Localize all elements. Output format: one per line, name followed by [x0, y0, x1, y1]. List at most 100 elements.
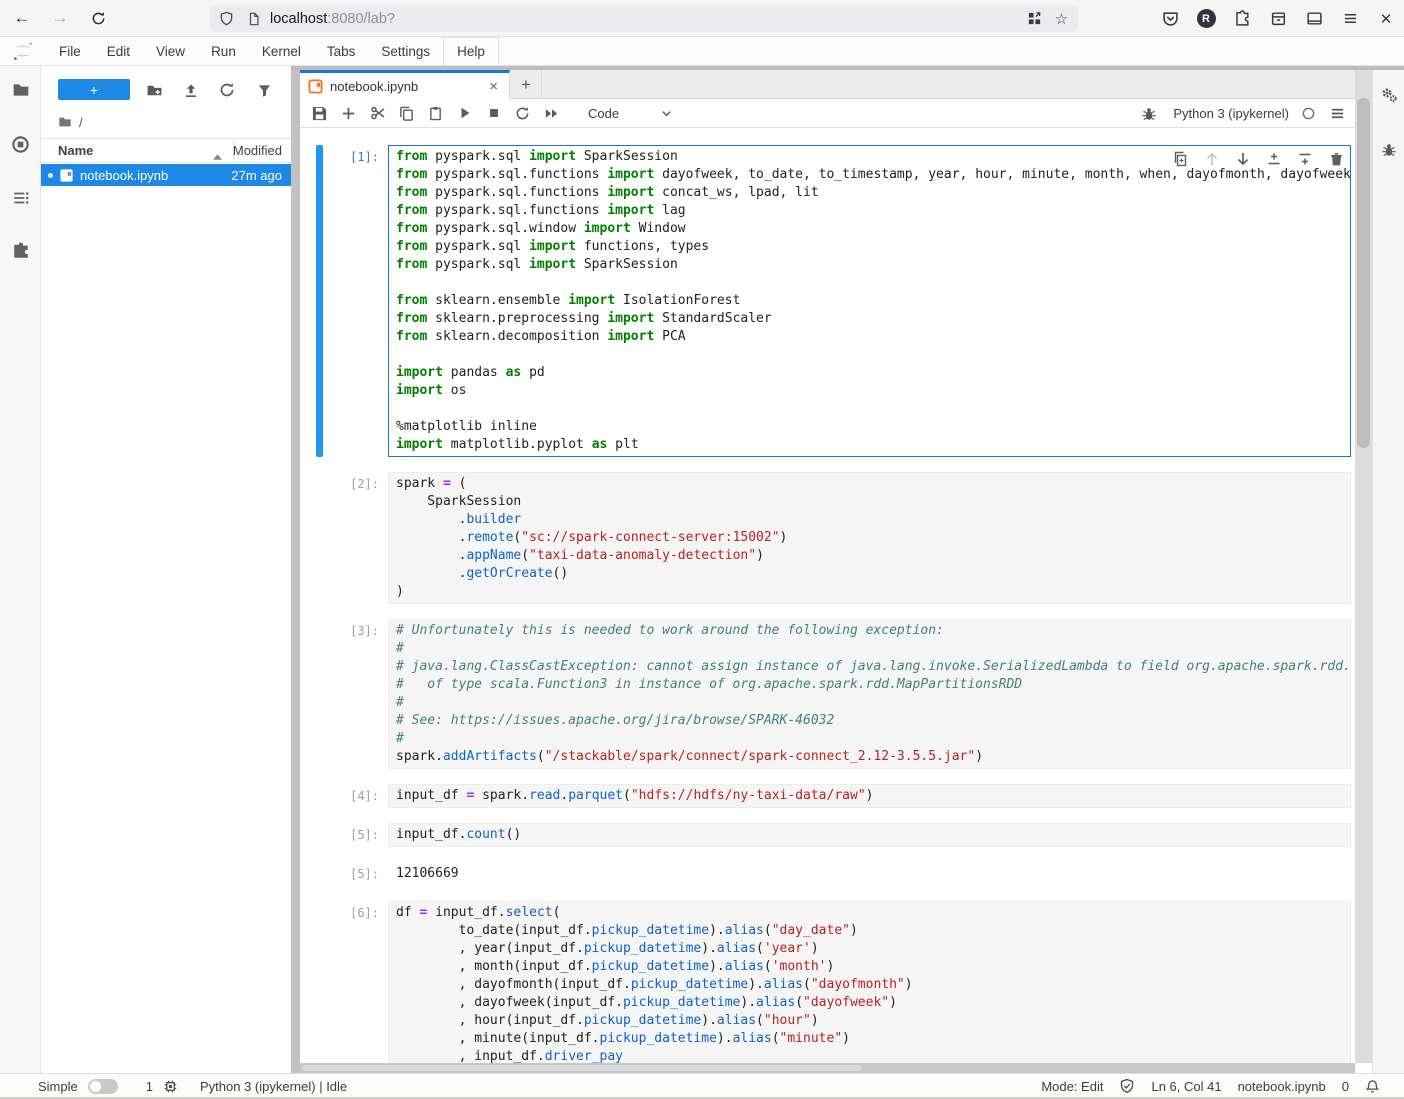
- window-close-icon[interactable]: ✕: [1368, 6, 1404, 32]
- cut-icon[interactable]: [363, 100, 392, 126]
- cell-collapser[interactable]: [316, 619, 323, 769]
- menu-edit[interactable]: Edit: [94, 37, 143, 65]
- code-line: , input_df.driver_pay: [396, 1048, 1343, 1063]
- tab-close-icon[interactable]: ×: [486, 78, 501, 95]
- add-cell-icon[interactable]: [334, 100, 363, 126]
- file-browser-icon[interactable]: [0, 80, 41, 100]
- cell-collapser[interactable]: [316, 472, 323, 604]
- restart-kernel-icon[interactable]: [508, 100, 537, 126]
- delete-cell-icon[interactable]: [1328, 151, 1344, 167]
- browser-forward-icon[interactable]: →: [47, 5, 73, 31]
- bell-icon[interactable]: [1365, 1079, 1380, 1094]
- restart-run-all-icon[interactable]: [537, 100, 566, 126]
- horizontal-scrollbar[interactable]: [300, 1063, 1355, 1073]
- menu-file[interactable]: File: [46, 37, 94, 65]
- vertical-scrollbar[interactable]: [1355, 70, 1372, 1063]
- cell-type-dropdown[interactable]: Code: [582, 104, 678, 123]
- url-text[interactable]: localhost:8080/lab?: [270, 11, 395, 27]
- toolbar-menu-icon[interactable]: [1327, 101, 1347, 127]
- file-row[interactable]: notebook.ipynb27m ago: [41, 164, 291, 186]
- upload-icon[interactable]: [182, 81, 200, 99]
- code-line: to_date(input_df.pickup_datetime).alias(…: [396, 922, 1343, 940]
- property-inspector-gears-icon[interactable]: [1373, 85, 1404, 105]
- cell-collapser[interactable]: [316, 862, 323, 886]
- bookmark-star-icon[interactable]: ☆: [1053, 10, 1070, 27]
- notebook-tab[interactable]: notebook.ipynb ×: [300, 70, 510, 99]
- code-cell: [6]:df = input_df.select( to_date(input_…: [316, 901, 1355, 1063]
- code-line: .getOrCreate(): [396, 565, 1343, 583]
- paste-icon[interactable]: [421, 100, 450, 126]
- code-line: .appName("taxi-data-anomaly-detection"): [396, 547, 1343, 565]
- new-folder-icon[interactable]: [145, 81, 163, 99]
- filter-icon[interactable]: [255, 81, 273, 99]
- cell-collapser[interactable]: [316, 901, 323, 1063]
- refresh-icon[interactable]: [218, 81, 236, 99]
- kernel-status-circle-icon[interactable]: [1299, 101, 1317, 127]
- move-down-icon[interactable]: [1235, 151, 1251, 167]
- page-info-icon[interactable]: [245, 10, 262, 27]
- new-launcher-button[interactable]: +: [58, 79, 130, 100]
- scrollbar-thumb[interactable]: [1357, 98, 1370, 448]
- kernel-chip-icon[interactable]: [163, 1079, 178, 1094]
- panel-splitter[interactable]: [291, 66, 300, 1073]
- cell-collapser[interactable]: [316, 784, 323, 808]
- pocket-icon[interactable]: [1152, 6, 1188, 32]
- new-tab-button[interactable]: +: [511, 70, 542, 99]
- move-up-icon[interactable]: [1204, 151, 1220, 167]
- column-modified[interactable]: Modified: [233, 143, 282, 158]
- browser-toolbar: ← → localhost:8080/lab? ☆ R: [0, 0, 1404, 37]
- code-line: from pyspark.sql.functions import lag: [396, 202, 1343, 220]
- cell-collapser[interactable]: [316, 145, 323, 457]
- code-editor[interactable]: input_df.count(): [388, 823, 1351, 847]
- cursor-position[interactable]: Ln 6, Col 41: [1151, 1079, 1221, 1094]
- execution-prompt: [4]:: [323, 784, 388, 808]
- code-line: from sklearn.decomposition import PCA: [396, 328, 1343, 346]
- duplicate-cell-icon[interactable]: [1173, 151, 1189, 167]
- kernel-name[interactable]: Python 3 (ipykernel): [1173, 106, 1289, 121]
- code-line: , month(input_df.pickup_datetime).alias(…: [396, 958, 1343, 976]
- menu-help[interactable]: Help: [443, 37, 499, 65]
- code-editor[interactable]: input_df = spark.read.parquet("hdfs://hd…: [388, 784, 1351, 808]
- jupyterlab-firefox-window: ← → localhost:8080/lab? ☆ R: [0, 0, 1404, 1099]
- unsaved-dot: [48, 173, 53, 178]
- kernel-status-text[interactable]: Python 3 (ipykernel) | Idle: [200, 1079, 347, 1094]
- copy-icon[interactable]: [392, 100, 421, 126]
- menu-kernel[interactable]: Kernel: [249, 37, 314, 65]
- profile-avatar[interactable]: R: [1188, 6, 1224, 32]
- code-editor[interactable]: spark = ( SparkSession .builder .remote(…: [388, 472, 1351, 604]
- run-icon[interactable]: [450, 100, 479, 126]
- column-name[interactable]: Name: [58, 143, 93, 158]
- menu-tabs[interactable]: Tabs: [314, 37, 369, 65]
- simple-mode-toggle[interactable]: [88, 1079, 118, 1094]
- code-line: from sklearn.preprocessing import Standa…: [396, 310, 1343, 328]
- archive-downloads-icon[interactable]: [1260, 6, 1296, 32]
- extension-manager-icon[interactable]: [0, 241, 41, 261]
- insert-above-icon[interactable]: [1266, 151, 1282, 167]
- extensions-puzzle-icon[interactable]: [1224, 6, 1260, 32]
- code-line: # See: https://issues.apache.org/jira/br…: [396, 712, 1343, 730]
- insert-below-icon[interactable]: [1297, 151, 1313, 167]
- menu-run[interactable]: Run: [198, 37, 249, 65]
- trust-shield-icon[interactable]: [1119, 1078, 1135, 1094]
- shield-icon[interactable]: [218, 10, 235, 27]
- running-sessions-icon[interactable]: [0, 134, 41, 154]
- code-editor[interactable]: df = input_df.select( to_date(input_df.p…: [388, 901, 1351, 1063]
- menu-settings[interactable]: Settings: [368, 37, 443, 65]
- cell-collapser[interactable]: [316, 823, 323, 847]
- code-editor[interactable]: from pyspark.sql import SparkSessionfrom…: [388, 145, 1351, 457]
- sidebar-toggle-icon[interactable]: [1296, 6, 1332, 32]
- mode-indicator[interactable]: Mode: Edit: [1041, 1079, 1103, 1094]
- browser-back-icon[interactable]: ←: [9, 5, 35, 31]
- browser-menu-icon[interactable]: [1332, 6, 1368, 32]
- menu-view[interactable]: View: [143, 37, 198, 65]
- table-of-contents-icon[interactable]: [0, 188, 41, 208]
- code-editor[interactable]: # Unfortunately this is needed to work a…: [388, 619, 1351, 769]
- browser-reload-icon[interactable]: [85, 5, 111, 31]
- url-bar[interactable]: localhost:8080/lab? ☆: [210, 5, 1078, 32]
- debugger-sidebar-bug-icon[interactable]: [1373, 140, 1404, 160]
- debugger-bug-icon[interactable]: [1134, 101, 1163, 127]
- stop-icon[interactable]: [479, 100, 508, 126]
- containers-grid-icon[interactable]: [1026, 10, 1043, 27]
- breadcrumb[interactable]: /: [58, 112, 83, 132]
- save-icon[interactable]: [305, 100, 334, 126]
